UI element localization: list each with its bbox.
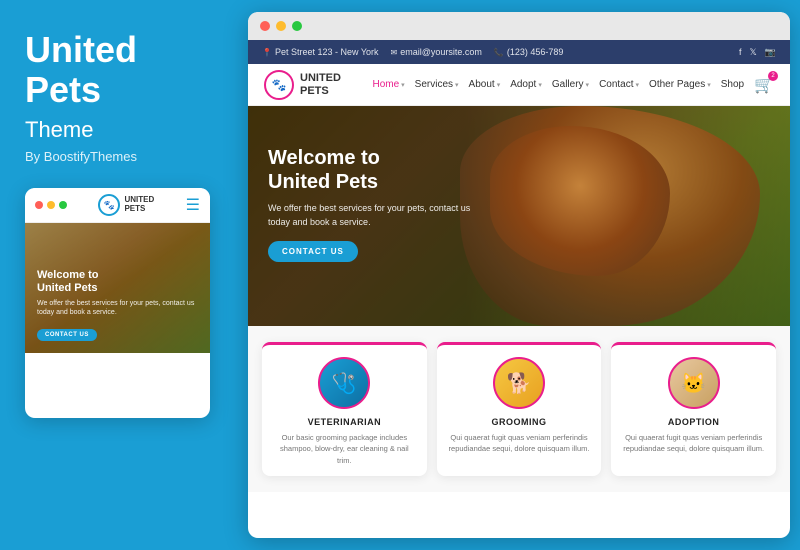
adopt-chevron-icon: ▾ (538, 81, 542, 89)
topbar-email: ✉ email@yoursite.com (391, 47, 482, 57)
topbar-phone: 📞 (123) 456-789 (494, 47, 564, 57)
nav-item-adopt[interactable]: Adopt ▾ (510, 79, 542, 90)
hero-title: Welcome to United Pets (268, 146, 488, 194)
topbar-social: f 𝕏 📷 (739, 47, 776, 58)
mobile-dot-red (35, 201, 43, 209)
service-card-grooming: 🐕 GROOMING Qui quaerat fugit quas veniam… (437, 342, 602, 476)
chrome-dot-yellow[interactable] (276, 21, 286, 31)
about-chevron-icon: ▾ (497, 81, 501, 89)
chrome-dot-red[interactable] (260, 21, 270, 31)
theme-title-line2: Pets (25, 69, 101, 110)
hero-content: Welcome to United Pets We offer the best… (268, 146, 488, 262)
adoption-icon: 🐱 (681, 371, 706, 396)
topbar-address: 📍 Pet Street 123 - New York (262, 47, 379, 57)
mobile-cta-button[interactable]: CONTACT US (37, 329, 97, 341)
mobile-dots (35, 201, 67, 209)
mobile-hero: Welcome to United Pets We offer the best… (25, 223, 210, 353)
nav-logo-icon: 🐾 (264, 70, 294, 100)
site-nav: 🐾 UNITED PETS Home ▾ Services ▾ About ▾ … (248, 64, 790, 106)
nav-item-services[interactable]: Services ▾ (415, 79, 459, 90)
left-panel: United Pets Theme By BoostifyThemes 🐾 UN… (0, 0, 240, 550)
nav-item-other[interactable]: Other Pages ▾ (649, 79, 711, 90)
facebook-icon[interactable]: f (739, 47, 742, 57)
service-card-adoption: 🐱 ADOPTION Qui quaerat fugit quas veniam… (611, 342, 776, 476)
location-icon: 📍 (262, 48, 272, 57)
site-topbar: 📍 Pet Street 123 - New York ✉ email@your… (248, 40, 790, 64)
nav-logo[interactable]: 🐾 UNITED PETS (264, 70, 341, 100)
vet-card-title: VETERINARIAN (272, 417, 417, 427)
nav-item-shop[interactable]: Shop (721, 79, 744, 90)
hero-text: We offer the best services for your pets… (268, 202, 488, 229)
instagram-icon[interactable]: 📷 (765, 47, 776, 58)
desktop-mockup: 📍 Pet Street 123 - New York ✉ email@your… (248, 12, 790, 538)
window-chrome (248, 12, 790, 40)
theme-subtitle: Theme (25, 117, 215, 143)
email-icon: ✉ (391, 48, 398, 57)
adoption-card-text: Qui quaerat fugit quas veniam perferindi… (621, 432, 766, 455)
grooming-icon: 🐕 (507, 371, 532, 396)
mobile-hero-content: Welcome to United Pets We offer the best… (37, 269, 198, 342)
mobile-dot-green (59, 201, 67, 209)
other-chevron-icon: ▾ (707, 81, 711, 89)
theme-title: United Pets (25, 30, 215, 109)
grooming-avatar: 🐕 (493, 357, 545, 409)
hero-cta-button[interactable]: CONTACT US (268, 241, 358, 262)
vet-card-text: Our basic grooming package includes sham… (272, 432, 417, 466)
nav-item-contact[interactable]: Contact ▾ (599, 79, 639, 90)
mobile-top-bar: 🐾 UNITED PETS ☰ (25, 188, 210, 223)
mobile-logo-text: UNITED PETS (124, 196, 154, 214)
adoption-card-title: ADOPTION (621, 417, 766, 427)
nav-menu: Home ▾ Services ▾ About ▾ Adopt ▾ Galler… (372, 75, 774, 95)
chrome-dot-green[interactable] (292, 21, 302, 31)
cart-badge: 2 (768, 71, 778, 81)
mobile-hamburger-icon[interactable]: ☰ (186, 195, 200, 215)
gallery-chevron-icon: ▾ (586, 81, 590, 89)
grooming-card-text: Qui quaerat fugit quas veniam perferindi… (447, 432, 592, 455)
adoption-avatar: 🐱 (668, 357, 720, 409)
contact-chevron-icon: ▾ (636, 81, 640, 89)
nav-logo-text: UNITED PETS (300, 72, 341, 96)
nav-item-about[interactable]: About ▾ (469, 79, 501, 90)
nav-cart-icon[interactable]: 🛒 2 (754, 75, 774, 95)
mobile-hero-title: Welcome to United Pets (37, 269, 198, 295)
grooming-card-title: GROOMING (447, 417, 592, 427)
hero-section: Welcome to United Pets We offer the best… (248, 106, 790, 326)
twitter-icon[interactable]: 𝕏 (750, 47, 757, 58)
vet-icon: 🩺 (332, 371, 357, 396)
theme-title-line1: United (25, 29, 137, 70)
nav-item-home[interactable]: Home ▾ (372, 79, 404, 90)
topbar-left: 📍 Pet Street 123 - New York ✉ email@your… (262, 47, 563, 57)
nav-item-gallery[interactable]: Gallery ▾ (552, 79, 589, 90)
services-chevron-icon: ▾ (455, 81, 459, 89)
hero-dog-head-shape (490, 126, 670, 276)
mobile-dot-yellow (47, 201, 55, 209)
cards-section: 🩺 VETERINARIAN Our basic grooming packag… (248, 326, 790, 492)
mobile-logo-icon: 🐾 (98, 194, 120, 216)
mobile-logo-area: 🐾 UNITED PETS (98, 194, 154, 216)
phone-icon: 📞 (494, 48, 504, 57)
theme-author: By BoostifyThemes (25, 149, 215, 164)
home-chevron-icon: ▾ (401, 81, 405, 89)
mobile-mockup: 🐾 UNITED PETS ☰ Welcome to United Pets W… (25, 188, 210, 418)
vet-avatar: 🩺 (318, 357, 370, 409)
service-card-vet: 🩺 VETERINARIAN Our basic grooming packag… (262, 342, 427, 476)
mobile-hero-text: We offer the best services for your pets… (37, 299, 198, 317)
